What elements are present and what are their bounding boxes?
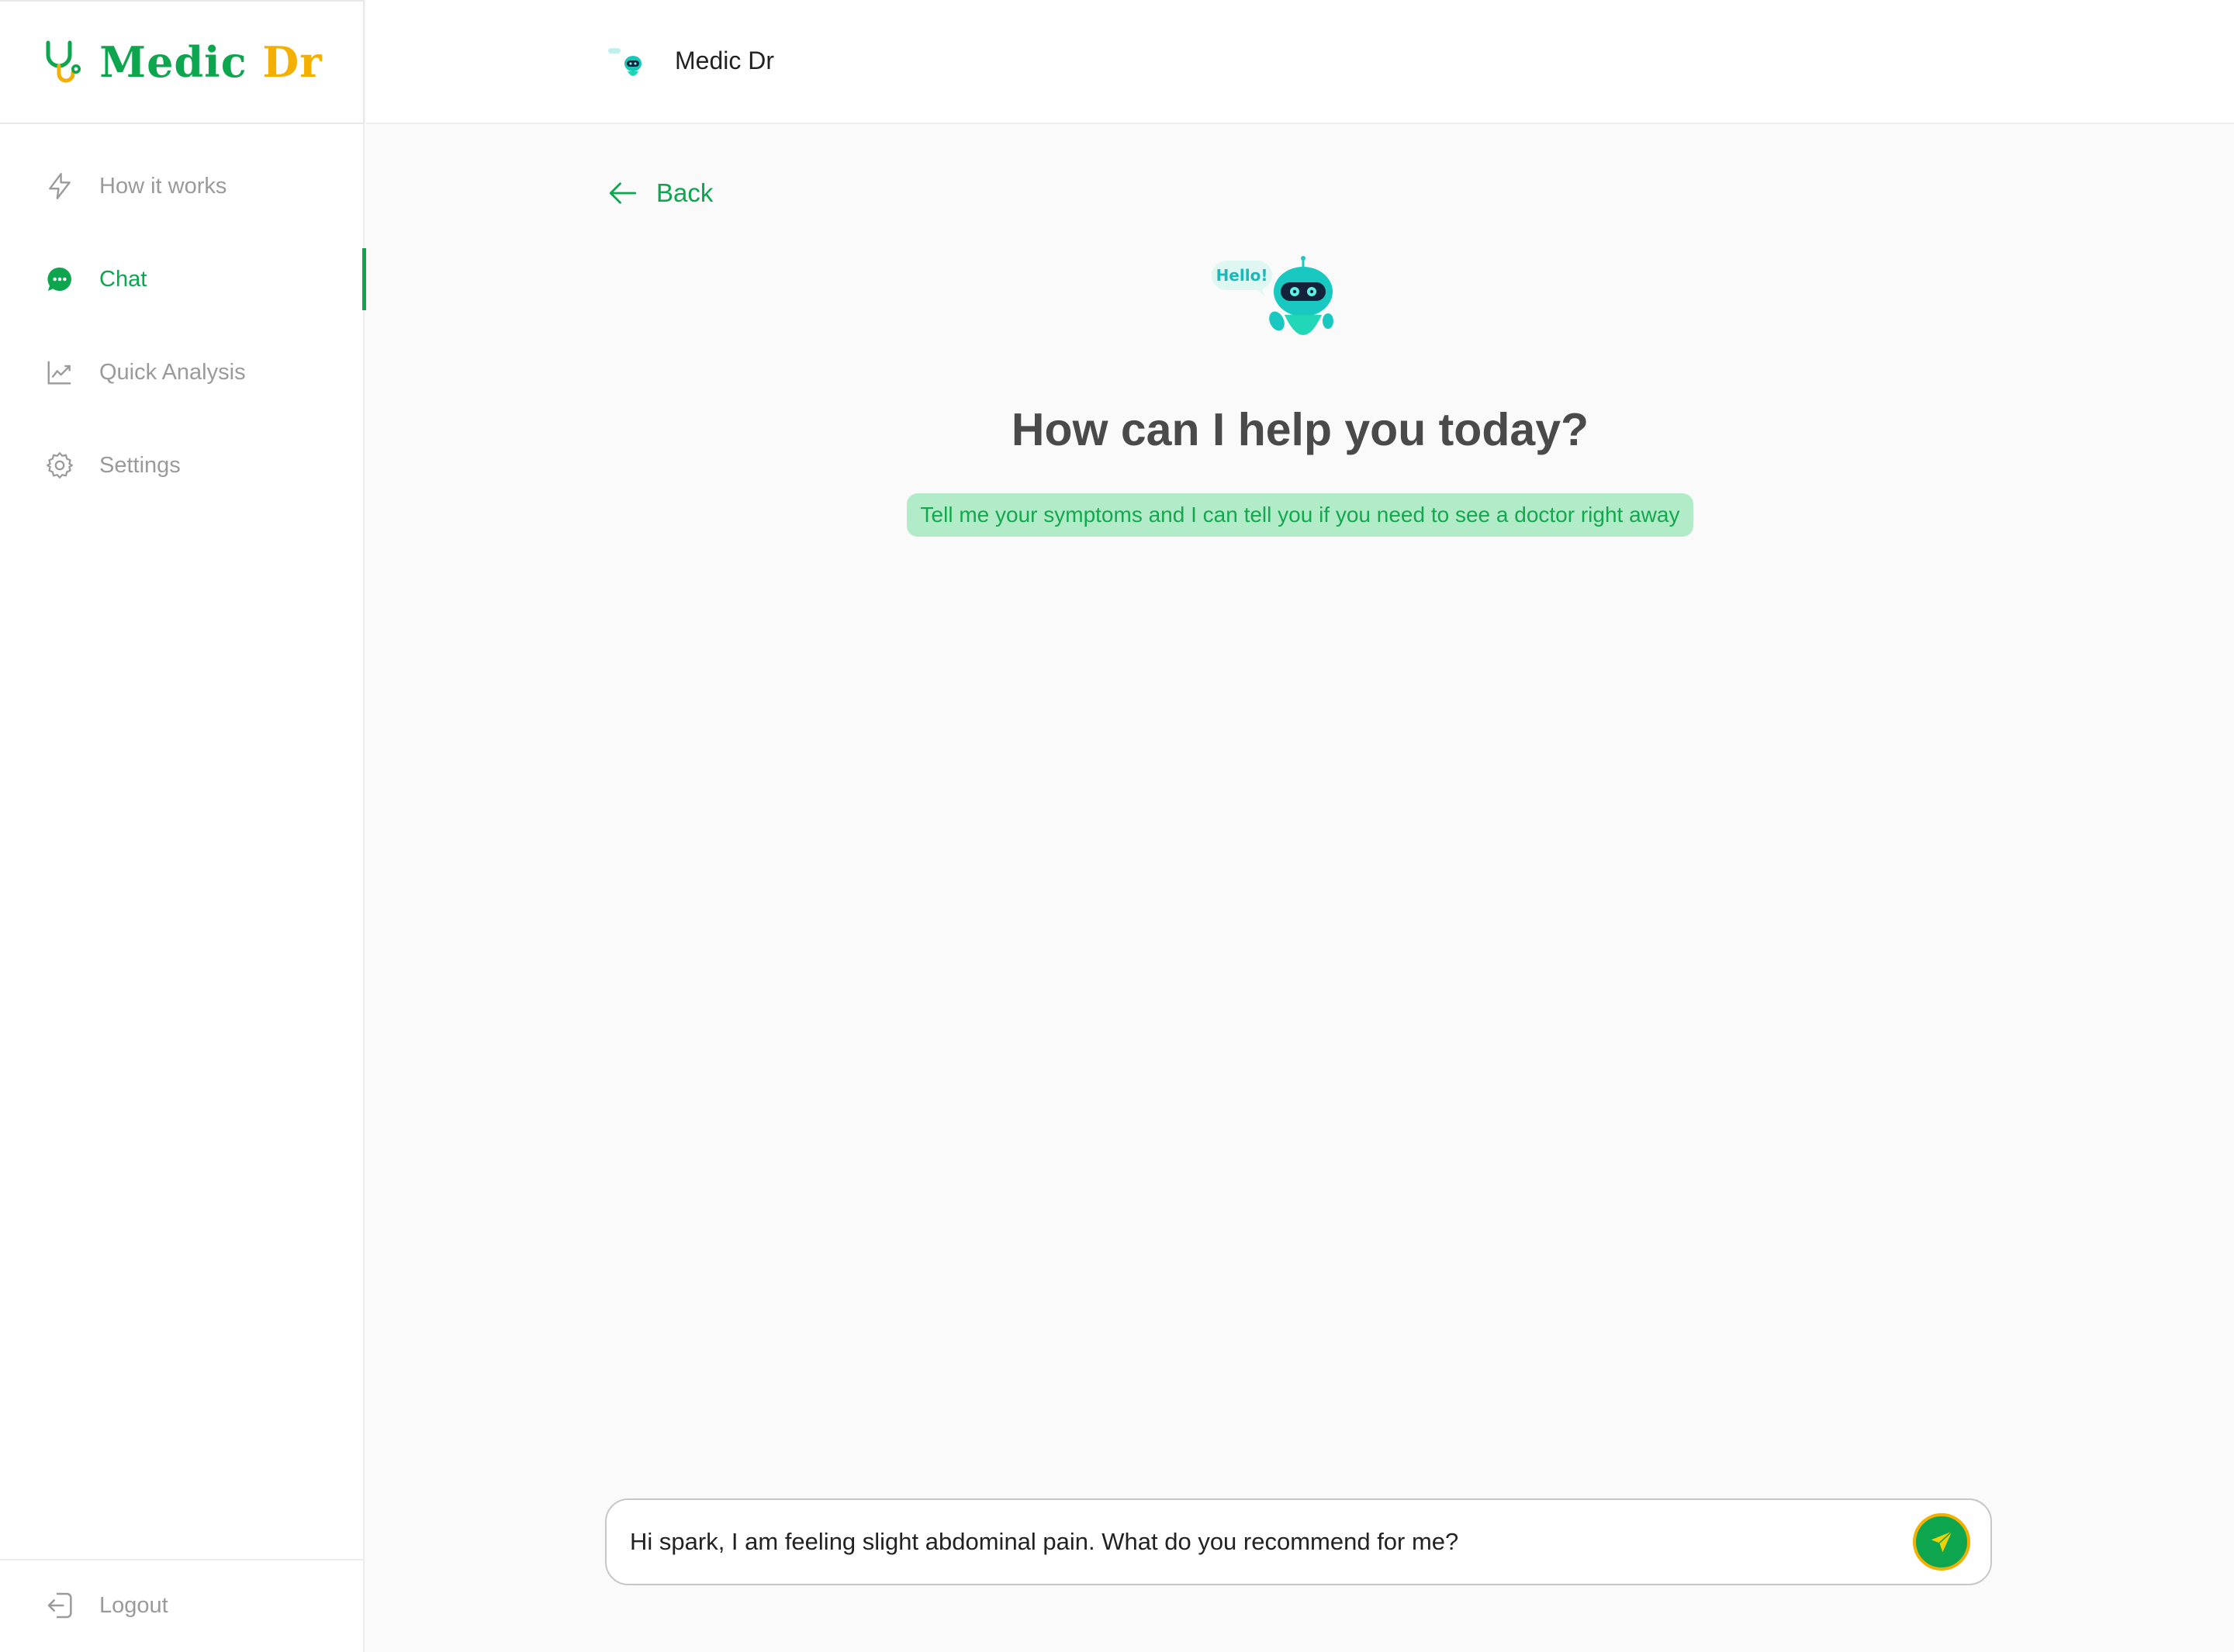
logout-icon <box>47 1592 72 1619</box>
hint-container: Tell me your symptoms and I can tell you… <box>366 493 2234 537</box>
hint-badge: Tell me your symptoms and I can tell you… <box>906 493 1694 537</box>
brand-name-part2: Dr <box>262 37 323 87</box>
arrow-left-icon <box>609 182 637 204</box>
sidebar-item-label: How it works <box>99 173 227 199</box>
robot-avatar-icon <box>608 48 641 76</box>
sidebar-item-label: Quick Analysis <box>99 359 246 385</box>
robot-mascot-icon: Hello! <box>1212 256 1333 335</box>
gear-icon <box>47 452 73 479</box>
back-label: Back <box>656 178 714 207</box>
brand-logo[interactable]: Medic Dr <box>0 0 365 124</box>
line-chart-icon <box>47 361 71 385</box>
sidebar-item-label: Settings <box>99 452 181 478</box>
sidebar-item-quick-analysis[interactable]: Quick Analysis <box>0 341 365 403</box>
stethoscope-icon <box>46 40 81 83</box>
sidebar-item-chat[interactable]: Chat <box>0 248 366 310</box>
logout-label: Logout <box>99 1592 168 1618</box>
sidebar-divider <box>0 1559 365 1560</box>
header-title: Medic Dr <box>675 47 775 74</box>
lightning-icon <box>49 172 71 200</box>
sidebar: Medic Dr How it works Chat Quick Analysi… <box>0 0 366 1652</box>
back-button[interactable]: Back <box>607 177 713 209</box>
page-title: How can I help you today? <box>1011 404 1589 455</box>
sidebar-item-settings[interactable]: Settings <box>0 434 365 496</box>
sidebar-item-label: Chat <box>99 266 147 292</box>
message-input[interactable] <box>607 1500 1913 1584</box>
brand-name-part1: Medic <box>99 37 247 87</box>
mascot-greeting: Hello! <box>1216 266 1268 285</box>
paper-plane-icon <box>1931 1531 1952 1553</box>
message-composer <box>605 1498 1992 1585</box>
logout-button[interactable]: Logout <box>45 1590 168 1621</box>
brand-name: Medic Dr <box>99 37 322 87</box>
sidebar-item-how-it-works[interactable]: How it works <box>0 155 365 217</box>
send-button[interactable] <box>1913 1513 1970 1571</box>
chat-bubble-icon <box>47 267 71 292</box>
sidebar-nav: How it works Chat Quick Analysis Setting… <box>0 155 366 527</box>
top-bar: Medic Dr <box>366 0 2234 124</box>
